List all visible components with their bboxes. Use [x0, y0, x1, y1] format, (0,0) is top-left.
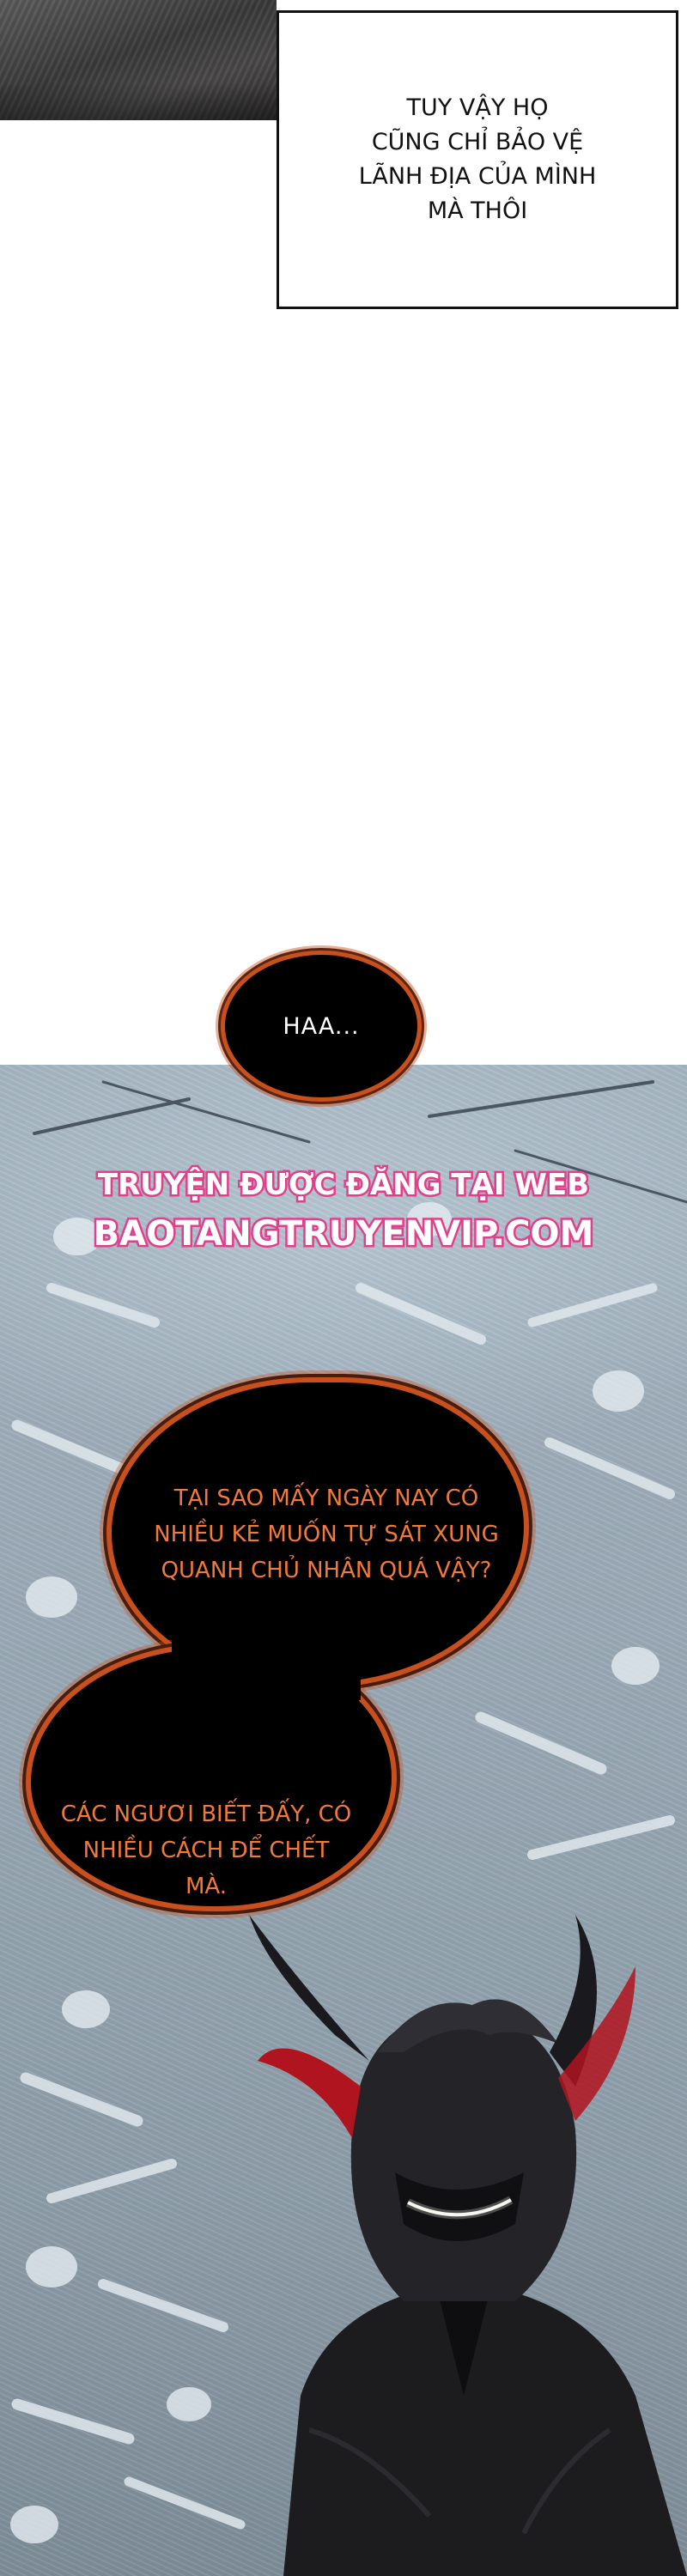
- top-panel-art: [0, 0, 277, 120]
- speech-bubble-connector: [172, 1631, 361, 1700]
- masked-character-illustration: [249, 1915, 687, 2576]
- speech-bubble-upper-text: Tại sao mấy ngày nay có nhiều kẻ muốn tự…: [154, 1485, 499, 1583]
- narration-caption-box: Tuy vậy họ cũng chỉ bảo vệ lãnh địa của …: [277, 10, 678, 309]
- watermark-line-1: TRUYỆN ĐƯỢC ĐĂNG TẠI WEB: [95, 1166, 591, 1205]
- speech-bubble-haa: HAA...: [225, 955, 417, 1097]
- top-panel-shadow: [0, 82, 277, 120]
- narration-caption-text: Tuy vậy họ cũng chỉ bảo vệ lãnh địa của …: [358, 94, 597, 224]
- watermark-line-2: BAOTANGTRUYENVIP.COM: [91, 1212, 596, 1256]
- speech-bubble-haa-text: HAA...: [283, 1012, 360, 1040]
- speech-bubble-lower-text: Các ngươi biết đấy, có nhiều cách để chế…: [60, 1801, 352, 1899]
